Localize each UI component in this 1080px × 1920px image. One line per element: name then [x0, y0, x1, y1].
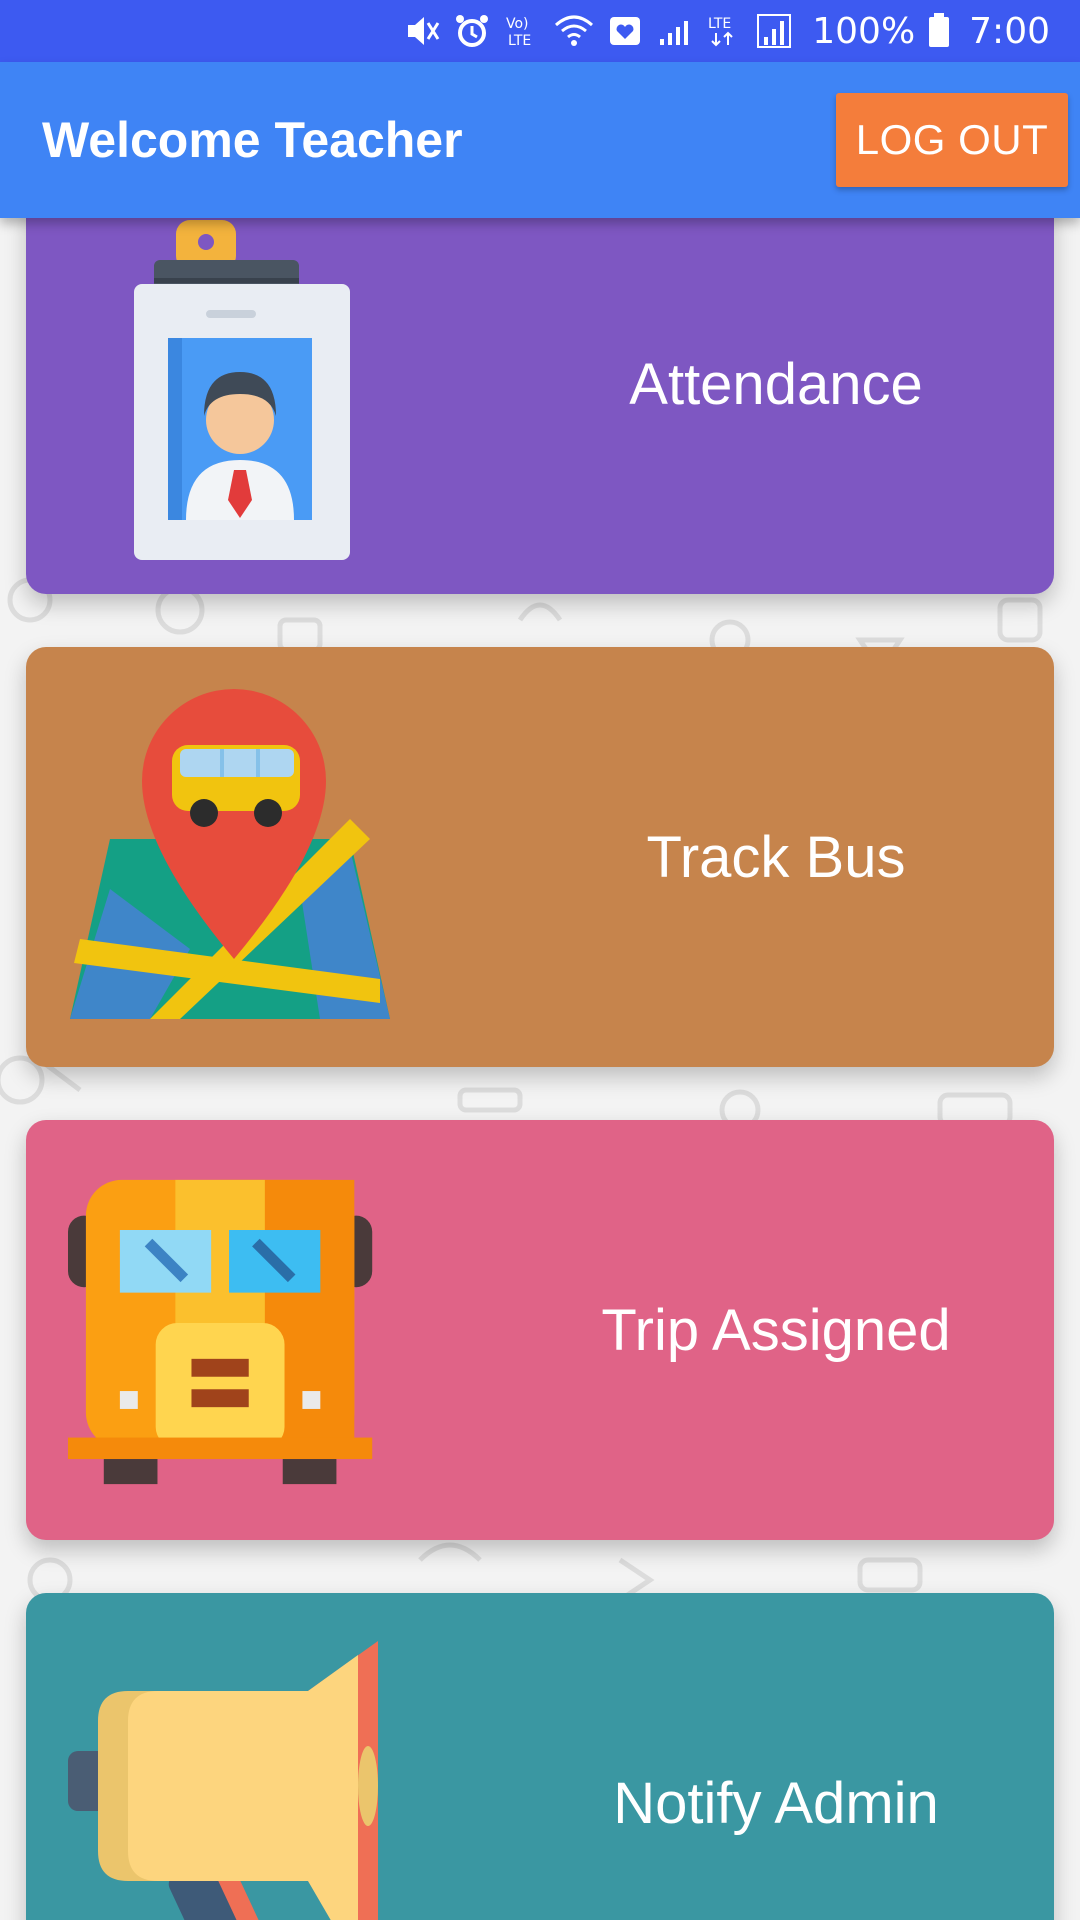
megaphone-icon	[68, 1641, 378, 1920]
volte-icon: Vo)LTE	[506, 16, 531, 49]
signal-icon	[660, 21, 689, 45]
signal-icon	[757, 14, 792, 48]
trip-assigned-label: Trip Assigned	[601, 1297, 951, 1363]
id-badge-icon	[134, 220, 350, 560]
notify-admin-label: Notify Admin	[613, 1770, 939, 1836]
svg-text:Vo): Vo)	[506, 16, 529, 32]
mute-icon	[408, 17, 440, 45]
battery-percentage: 100%	[812, 10, 916, 52]
page-title: Welcome Teacher	[42, 112, 463, 168]
svg-text:LTE: LTE	[708, 16, 731, 32]
menu-list: Attendance Track Bus Trip Assigned Notif…	[0, 0, 1080, 1920]
track-bus-label: Track Bus	[646, 824, 906, 890]
notify-admin-card[interactable]: Notify Admin	[26, 1593, 1054, 1920]
health-icon	[610, 17, 641, 45]
status-bar: Vo) LTE LTE 100% 7:00	[0, 0, 1080, 62]
attendance-card[interactable]: Attendance	[26, 174, 1054, 594]
lte-icon: LTE	[708, 16, 733, 47]
trip-assigned-card[interactable]: Trip Assigned	[26, 1120, 1054, 1540]
clock: 7:00	[969, 10, 1050, 52]
track-bus-card[interactable]: Track Bus	[26, 647, 1054, 1067]
attendance-label: Attendance	[629, 351, 923, 417]
alarm-icon	[456, 15, 489, 47]
battery-icon	[929, 13, 950, 47]
logout-button[interactable]: LOG OUT	[836, 93, 1068, 187]
wifi-icon	[555, 15, 594, 46]
app-bar: Welcome Teacher LOG OUT	[0, 62, 1080, 218]
svg-text:LTE: LTE	[508, 33, 531, 49]
map-pin-bus-icon	[70, 689, 390, 1019]
school-bus-icon	[68, 1179, 373, 1485]
status-icons: Vo) LTE LTE	[404, 13, 792, 49]
